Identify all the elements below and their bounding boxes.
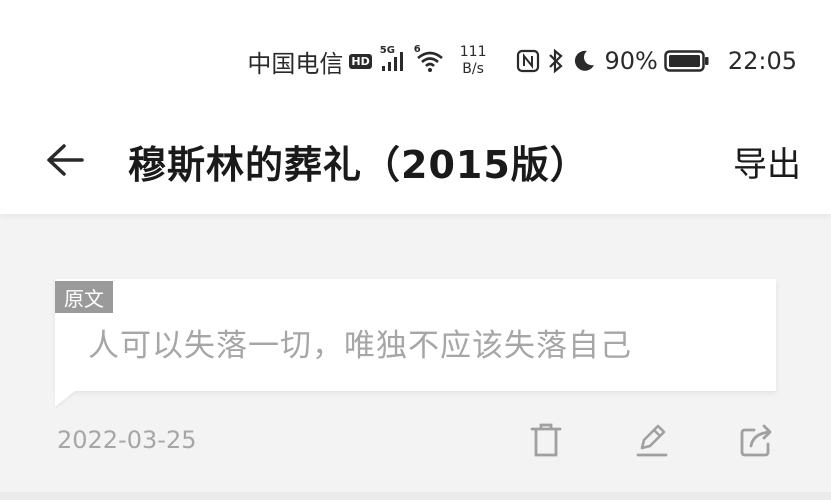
nfc-icon bbox=[516, 49, 540, 73]
back-button[interactable] bbox=[40, 136, 88, 184]
wifi-icon: 6 bbox=[414, 44, 446, 74]
battery-percentage: 90% bbox=[604, 47, 658, 75]
section-divider bbox=[0, 492, 831, 500]
delete-button[interactable] bbox=[524, 418, 568, 462]
back-arrow-icon bbox=[47, 144, 84, 176]
status-bar: 中国电信 HD 5G 6 111 B/s 90% 22:05 bbox=[0, 0, 831, 100]
hd-badge: HD bbox=[349, 53, 372, 69]
network-speed: 111 B/s bbox=[460, 44, 487, 78]
export-button[interactable]: 导出 bbox=[733, 137, 801, 186]
share-icon bbox=[740, 424, 772, 457]
speed-unit: B/s bbox=[462, 61, 484, 77]
signal-tag: 5G bbox=[379, 45, 395, 56]
status-icons: 中国电信 HD 5G 6 111 B/s 90% 22:05 bbox=[247, 38, 797, 84]
edit-button[interactable] bbox=[630, 418, 674, 462]
card-tail bbox=[55, 391, 75, 407]
entry-date: 2022-03-25 bbox=[57, 426, 197, 454]
moon-icon bbox=[572, 49, 596, 73]
edit-icon bbox=[636, 424, 668, 457]
wifi-tag: 6 bbox=[413, 44, 421, 55]
quote-text: 人可以失落一切，唯独不应该失落自己 bbox=[88, 328, 632, 364]
battery-icon bbox=[664, 49, 710, 73]
speed-value: 111 bbox=[459, 44, 487, 60]
cellular-signal-icon: 5G bbox=[380, 45, 406, 73]
carrier-name: 中国电信 bbox=[247, 49, 344, 78]
page-title: 穆斯林的葬礼（2015版） bbox=[128, 143, 589, 187]
source-tag: 原文 bbox=[55, 281, 113, 313]
share-button[interactable] bbox=[735, 418, 779, 462]
delete-icon bbox=[530, 423, 562, 457]
bluetooth-icon bbox=[546, 48, 566, 74]
clock: 22:05 bbox=[727, 47, 797, 75]
